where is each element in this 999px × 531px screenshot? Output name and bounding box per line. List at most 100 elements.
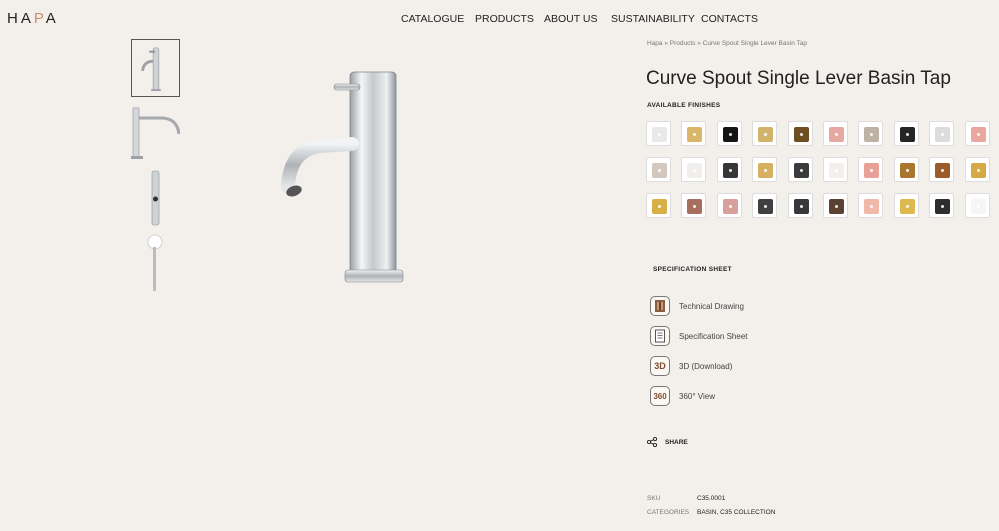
finish-color <box>899 163 915 178</box>
share-button[interactable]: SHARE <box>647 437 688 447</box>
finish-highlight <box>905 205 909 208</box>
thumbnail-front-view[interactable] <box>131 39 180 97</box>
finish-highlight <box>976 169 980 172</box>
finish-swatch[interactable] <box>716 121 742 146</box>
finish-color <box>935 163 951 178</box>
finish-highlight <box>941 169 945 172</box>
tap-front-thumbnail-image <box>141 47 161 92</box>
nav-about-us[interactable]: ABOUT US <box>544 13 597 25</box>
3d-download-link[interactable]: 3D 3D (Download) <box>650 354 732 378</box>
finish-swatch[interactable] <box>787 193 813 218</box>
thumbnail-side-view[interactable] <box>131 104 181 162</box>
finish-swatch[interactable] <box>929 193 955 218</box>
finish-color <box>652 199 667 214</box>
finish-color <box>970 163 986 178</box>
breadcrumb-home[interactable]: Hapa <box>647 40 663 47</box>
finish-highlight <box>941 205 945 208</box>
finish-swatch[interactable] <box>823 121 848 146</box>
finish-color <box>899 127 915 142</box>
360-view-link[interactable]: 360 360° View <box>650 384 715 408</box>
finish-color <box>758 199 774 214</box>
finish-color <box>722 163 738 178</box>
finish-color <box>829 127 844 142</box>
finish-swatch[interactable] <box>858 157 884 182</box>
finish-swatch[interactable] <box>858 193 884 218</box>
finish-swatch[interactable] <box>716 193 742 218</box>
finish-swatch[interactable] <box>893 121 919 146</box>
finish-highlight <box>728 133 732 136</box>
finish-swatch[interactable] <box>681 157 707 182</box>
breadcrumb-current: Curve Spout Single Lever Basin Tap <box>702 40 807 47</box>
finish-highlight <box>870 205 874 208</box>
categories-value: BASIN, C35 COLLECTION <box>697 509 776 516</box>
finish-highlight <box>658 133 661 136</box>
finish-swatch[interactable] <box>893 193 919 218</box>
finish-color <box>829 199 844 214</box>
finish-swatch[interactable] <box>929 121 955 146</box>
3d-icon: 3D <box>650 356 670 376</box>
finish-swatch[interactable] <box>646 121 671 146</box>
sku-value: C35.0001 <box>697 495 726 502</box>
finish-swatch[interactable] <box>964 157 990 182</box>
finish-color <box>864 199 880 214</box>
finish-highlight <box>835 169 838 172</box>
finish-swatch[interactable] <box>752 157 778 182</box>
categories-label: CATEGORIES <box>647 509 690 516</box>
finish-color <box>935 199 951 214</box>
finish-highlight <box>941 133 945 136</box>
finish-swatch[interactable] <box>893 157 919 182</box>
breadcrumb-separator: » <box>662 40 670 47</box>
breadcrumb: Hapa » Products » Curve Spout Single Lev… <box>647 40 807 47</box>
finish-highlight <box>799 133 803 136</box>
finish-swatch[interactable] <box>646 157 671 182</box>
nav-sustainability[interactable]: SUSTAINABILITY <box>611 13 695 25</box>
tap-back-thumbnail-image <box>151 170 160 226</box>
categories-row: CATEGORIES BASIN, C35 COLLECTION <box>647 509 775 516</box>
finish-highlight <box>835 133 838 136</box>
breadcrumb-separator: » <box>695 40 703 47</box>
finish-color <box>652 127 667 142</box>
finish-swatch[interactable] <box>752 193 778 218</box>
nav-contacts[interactable]: CONTACTS <box>701 13 758 25</box>
finish-swatch[interactable] <box>964 193 990 218</box>
specification-sheet-link[interactable]: Specification Sheet <box>650 324 748 348</box>
finish-color <box>793 199 809 214</box>
finish-swatch[interactable] <box>858 121 884 146</box>
finish-color <box>864 163 880 178</box>
nav-catalogue[interactable]: CATALOGUE <box>401 13 464 25</box>
finish-swatch[interactable] <box>716 157 742 182</box>
finish-color <box>687 163 703 178</box>
finish-swatch[interactable] <box>646 193 671 218</box>
finish-swatch[interactable] <box>787 157 813 182</box>
finish-color <box>829 163 844 178</box>
finish-swatch[interactable] <box>681 193 707 218</box>
finish-swatch[interactable] <box>752 121 778 146</box>
finish-color <box>687 127 703 142</box>
finish-swatch[interactable] <box>681 121 707 146</box>
thumbnail-top-view[interactable] <box>131 233 180 291</box>
finish-highlight <box>764 133 768 136</box>
finish-highlight <box>764 169 768 172</box>
nav-products[interactable]: PRODUCTS <box>475 13 534 25</box>
share-icon <box>647 437 657 447</box>
finish-color <box>899 199 915 214</box>
finish-swatch[interactable] <box>787 121 813 146</box>
finish-color <box>970 127 986 142</box>
thumbnail-back-view[interactable] <box>131 169 180 227</box>
product-main-image[interactable] <box>280 68 420 288</box>
breadcrumb-products[interactable]: Products <box>670 40 696 47</box>
360-view-label: 360° View <box>679 391 715 401</box>
technical-drawing-link[interactable]: Technical Drawing <box>650 294 744 318</box>
finish-swatch[interactable] <box>929 157 955 182</box>
available-finishes-label: AVAILABLE FINISHES <box>647 102 721 109</box>
finish-color <box>687 199 703 214</box>
finish-swatch[interactable] <box>964 121 990 146</box>
finish-highlight <box>658 205 661 208</box>
document-icon <box>650 326 670 346</box>
finish-highlight <box>905 133 909 136</box>
tap-top-thumbnail-image <box>147 234 163 291</box>
finish-highlight <box>976 205 980 208</box>
finish-swatch[interactable] <box>823 193 848 218</box>
finish-swatch[interactable] <box>823 157 848 182</box>
finish-highlight <box>658 169 661 172</box>
